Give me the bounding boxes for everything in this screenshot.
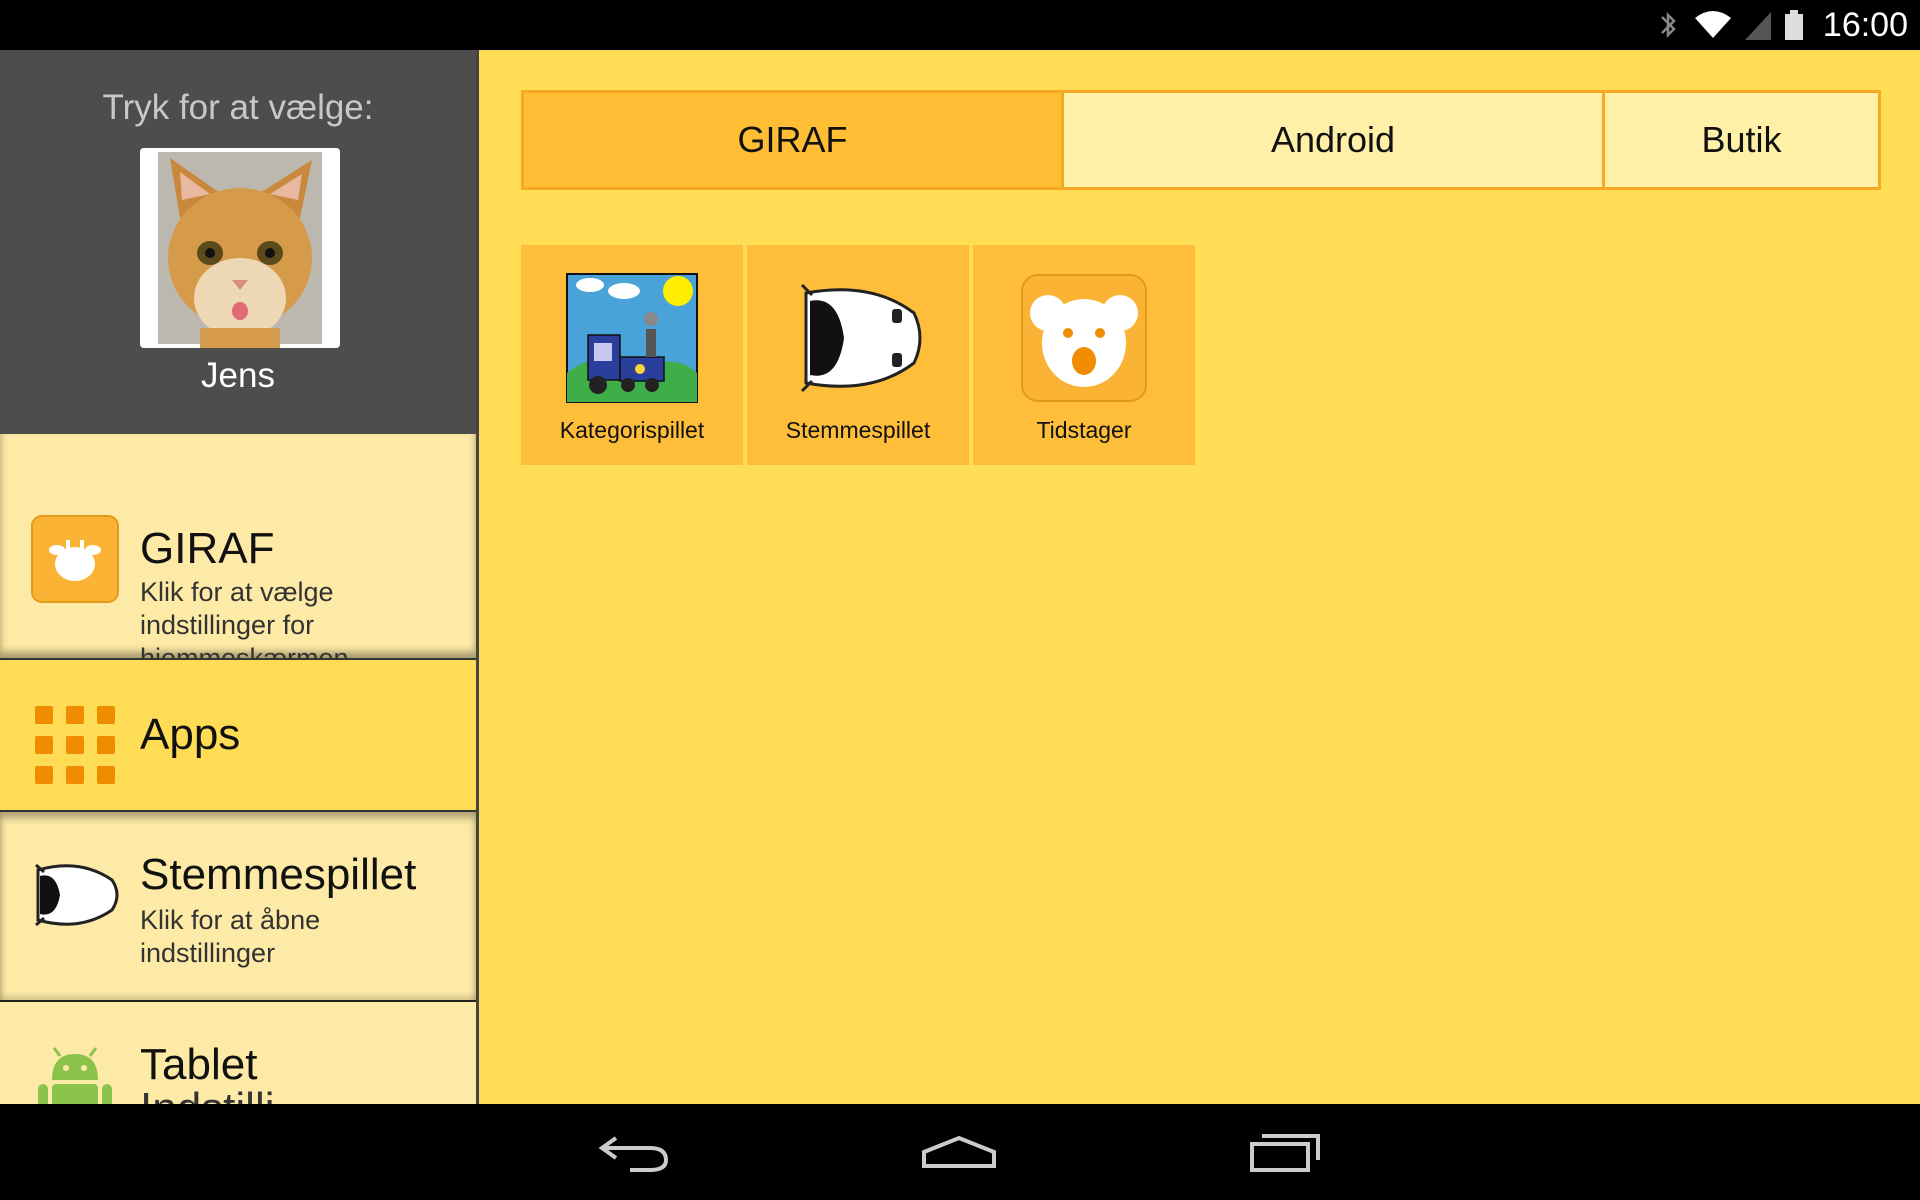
app-tile-stemmespillet[interactable]: Stemmespillet — [747, 245, 969, 465]
app-label: Tidstager — [1036, 417, 1132, 443]
app-label: Stemmespillet — [785, 417, 931, 443]
profile-name: Jens — [201, 356, 275, 395]
signal-icon — [1744, 12, 1771, 40]
sidebar: Tryk for at vælge: Jens GIRAF Klik for a… — [0, 50, 479, 1104]
app-grid: Kategorispillet Stemmespillet Tidstager — [521, 245, 1195, 465]
tab-butik[interactable]: Butik — [1605, 93, 1878, 187]
sidebar-item-stemmespillet[interactable]: Stemmespillet Klik for at åbne indstilli… — [0, 810, 476, 1002]
sidebar-item-giraf[interactable]: GIRAF Klik for at vælge indstillinger fo… — [0, 434, 476, 673]
sidebar-item-subtitle: Indstilli — [140, 1087, 460, 1105]
sidebar-item-title: GIRAF — [140, 524, 275, 573]
sidebar-item-subtitle: Klik for at åbne indstillinger — [140, 905, 321, 968]
profile-selector[interactable]: Tryk for at vælge: Jens — [0, 50, 476, 434]
profile-prompt: Tryk for at vælge: — [102, 88, 374, 127]
giraf-icon — [31, 515, 119, 603]
status-icons: 16:00 — [1653, 6, 1908, 44]
sidebar-item-title: Apps — [140, 710, 241, 759]
recents-icon[interactable] — [1240, 1122, 1330, 1182]
wifi-icon — [1694, 11, 1731, 38]
kitten-photo-icon — [140, 148, 340, 348]
sidebar-item-title: Stemmespillet — [140, 850, 417, 899]
android-icon — [38, 1047, 112, 1104]
train-picture-icon — [566, 273, 698, 403]
avatar[interactable] — [140, 148, 340, 348]
app-tile-tidstager[interactable]: Tidstager — [973, 245, 1195, 465]
tab-giraf[interactable]: GIRAF — [524, 93, 1064, 187]
car-icon — [800, 283, 922, 393]
app-tile-kategorispillet[interactable]: Kategorispillet — [521, 245, 743, 465]
bluetooth-icon — [1661, 11, 1676, 39]
battery-icon — [1784, 10, 1803, 40]
tab-android[interactable]: Android — [1064, 93, 1605, 187]
sidebar-item-title: Tablet — [140, 1040, 258, 1089]
navigation-bar — [0, 1104, 1920, 1200]
apps-grid-icon — [35, 706, 115, 784]
koala-icon — [1021, 274, 1147, 402]
tab-bar: GIRAF Android Butik — [521, 90, 1881, 190]
status-time: 16:00 — [1822, 5, 1908, 44]
stemmespillet-icon — [35, 863, 119, 927]
back-icon[interactable] — [590, 1122, 680, 1182]
sidebar-item-tablet[interactable]: Tablet Indstilli — [0, 1002, 476, 1104]
home-icon[interactable] — [914, 1122, 1004, 1182]
app-label: Kategorispillet — [559, 417, 705, 443]
status-bar: 16:00 — [0, 0, 1920, 50]
main-content: GIRAF Android Butik Kategorispillet Stem… — [479, 50, 1920, 1104]
sidebar-item-apps[interactable]: Apps — [0, 660, 476, 810]
